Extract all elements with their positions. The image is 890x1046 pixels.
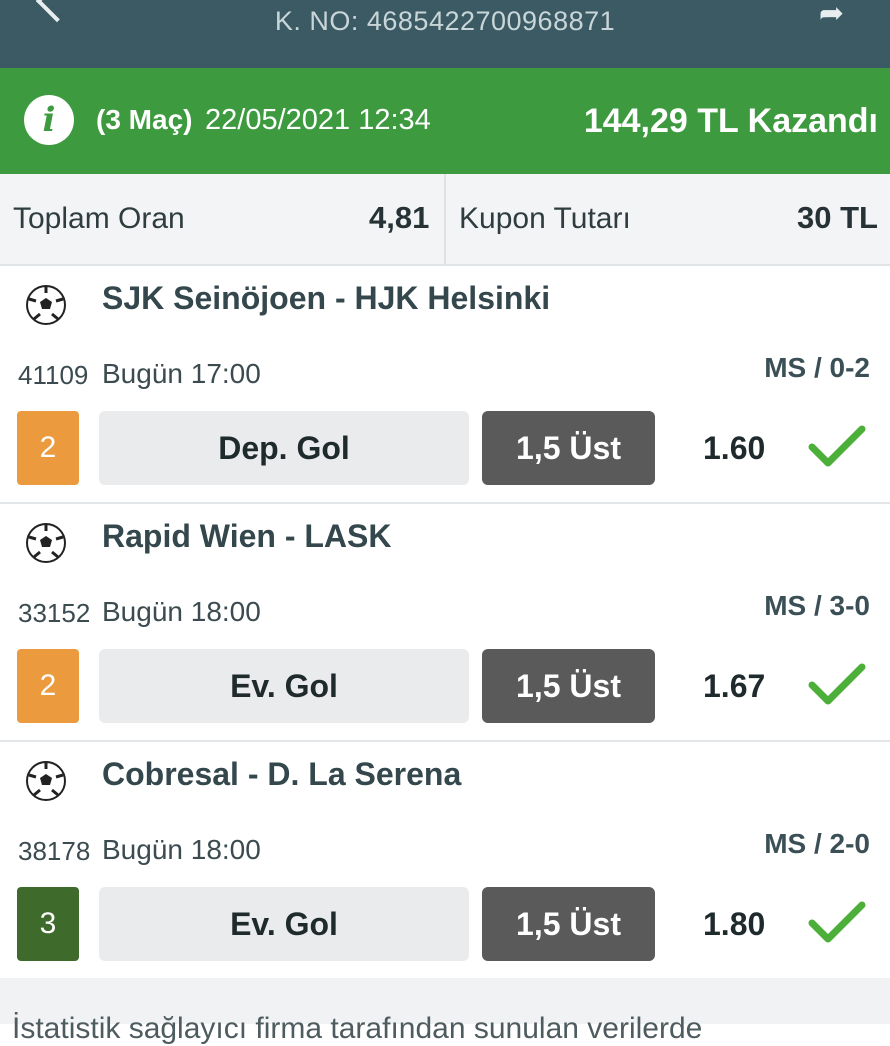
coupon-date: 22/05/2021 12:34 (205, 104, 431, 136)
bet-type: Ev. Gol (99, 887, 469, 961)
check-icon (808, 663, 866, 705)
check-icon (808, 425, 866, 467)
bet-type: Ev. Gol (99, 649, 469, 723)
match-card[interactable]: SJK Seinöjoen - HJK Helsinki 41109 Bugün… (0, 266, 890, 505)
result-banner: i (3 Maç) 22/05/2021 12:34 144,29 TL Kaz… (0, 68, 890, 174)
coupon-number: K. NO: 4685422700968871 (274, 6, 616, 36)
soccer-ball-icon (26, 285, 66, 325)
win-amount: 144,29 TL Kazandı (583, 102, 878, 140)
soccer-ball-icon (26, 761, 66, 801)
disclaimer-text: İstatistik sağlayıcı firma tarafından su… (12, 1012, 703, 1045)
match-card[interactable]: Cobresal - D. La Serena 38178 Bugün 18:0… (0, 742, 890, 981)
match-code: 41109 (18, 360, 89, 390)
coupon-amount-label: Kupon Tutarı (459, 202, 631, 235)
bet-choice: 1,5 Üst (482, 411, 655, 485)
soccer-ball-icon (26, 523, 66, 563)
match-count: (3 Maç) (96, 104, 193, 135)
match-time: Bugün 18:00 (102, 596, 261, 627)
statistics-disclaimer: İstatistik sağlayıcı firma tarafından su… (0, 978, 890, 1045)
total-odds-value: 4,81 (369, 200, 430, 235)
match-score: MS / 3-0 (764, 590, 870, 621)
info-icon[interactable]: i (24, 95, 74, 145)
mbs-badge: 3 (17, 887, 79, 961)
match-teams: SJK Seinöjoen - HJK Helsinki (102, 280, 551, 316)
bet-choice: 1,5 Üst (482, 649, 655, 723)
match-teams: Cobresal - D. La Serena (102, 756, 462, 792)
bet-type: Dep. Gol (99, 411, 469, 485)
top-bar: K. NO: 4685422700968871 ➦ (0, 0, 890, 68)
match-time: Bugün 17:00 (102, 358, 261, 389)
match-odd: 1.67 (703, 668, 766, 704)
coupon-summary: Toplam Oran 4,81 Kupon Tutarı 30 TL (0, 174, 890, 266)
check-icon (808, 901, 866, 943)
summary-divider (444, 174, 446, 264)
total-odds-label: Toplam Oran (13, 202, 185, 235)
bet-choice: 1,5 Üst (482, 887, 655, 961)
match-score: MS / 2-0 (764, 828, 870, 859)
match-odd: 1.60 (703, 430, 766, 466)
mbs-badge: 2 (17, 649, 79, 723)
match-score: MS / 0-2 (764, 352, 870, 383)
match-card[interactable]: Rapid Wien - LASK 33152 Bugün 18:00 MS /… (0, 504, 890, 743)
share-icon[interactable]: ➦ (819, 0, 844, 31)
mbs-badge: 2 (17, 411, 79, 485)
match-odd: 1.80 (703, 906, 766, 942)
match-teams: Rapid Wien - LASK (102, 518, 392, 554)
match-time: Bugün 18:00 (102, 834, 261, 865)
match-code: 33152 (18, 598, 91, 628)
coupon-amount-value: 30 TL (797, 200, 878, 235)
match-code: 38178 (18, 836, 91, 866)
